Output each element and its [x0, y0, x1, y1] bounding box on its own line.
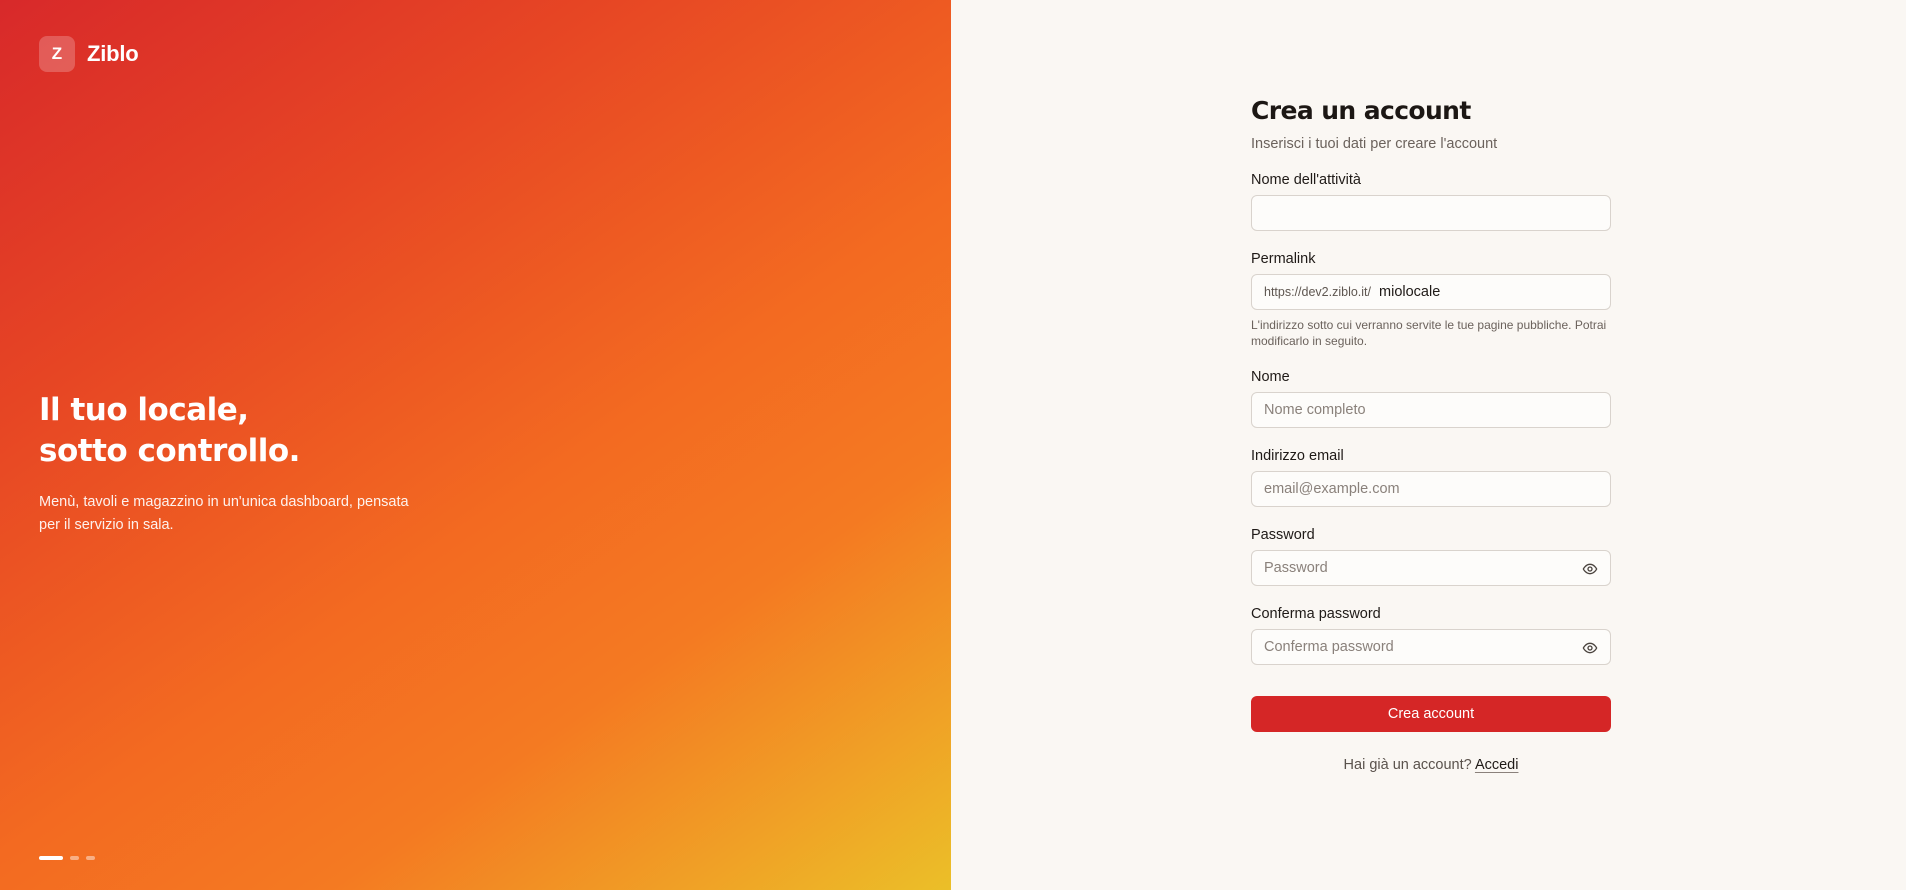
name-label: Nome [1251, 369, 1290, 385]
confirm-password-label: Conferma password [1251, 606, 1381, 622]
carousel-indicators [39, 856, 95, 860]
password-label: Password [1251, 527, 1315, 543]
name-input[interactable] [1252, 393, 1610, 427]
form-title: Crea un account [1251, 96, 1471, 125]
create-account-button[interactable]: Crea account [1251, 696, 1611, 732]
brand-logo: Z Ziblo [39, 36, 139, 72]
hero-title: Il tuo locale, sotto controllo. [39, 390, 300, 472]
signin-prompt-text: Hai già un account? [1343, 757, 1472, 773]
name-field: Nome [1251, 369, 1611, 428]
business-name-label: Nome dell'attività [1251, 172, 1361, 188]
eye-icon[interactable] [1582, 640, 1598, 656]
hero-title-line2: sotto controllo. [39, 433, 300, 469]
email-input-wrapper [1251, 471, 1611, 507]
form-subtitle: Inserisci i tuoi dati per creare l'accou… [1251, 136, 1498, 152]
permalink-field: Permalink https://dev2.ziblo.it/ L'indir… [1251, 251, 1611, 349]
signin-prompt: Hai già un account? Accedi [1251, 757, 1611, 773]
form-panel: Crea un account Inserisci i tuoi dati pe… [951, 0, 1906, 890]
confirm-password-field: Conferma password [1251, 606, 1611, 665]
carousel-dot-2[interactable] [70, 856, 79, 860]
eye-icon[interactable] [1582, 561, 1598, 577]
business-name-input[interactable] [1252, 196, 1610, 230]
email-field: Indirizzo email [1251, 448, 1611, 507]
name-input-wrapper [1251, 392, 1611, 428]
carousel-dot-1[interactable] [39, 856, 63, 860]
business-name-input-wrapper [1251, 195, 1611, 231]
email-input[interactable] [1252, 472, 1610, 506]
permalink-prefix: https://dev2.ziblo.it/ [1264, 285, 1372, 299]
password-input[interactable] [1252, 551, 1610, 585]
business-name-field: Nome dell'attività [1251, 172, 1611, 231]
password-field: Password [1251, 527, 1611, 586]
signup-page: Z Ziblo Il tuo locale, sotto controllo. … [0, 0, 1906, 890]
confirm-password-input-wrapper [1251, 629, 1611, 665]
email-label: Indirizzo email [1251, 448, 1344, 464]
permalink-hint: L'indirizzo sotto cui verranno servite l… [1251, 318, 1607, 348]
permalink-input[interactable] [1371, 275, 1610, 309]
hero-subtitle: Menù, tavoli e magazzino in un'unica das… [39, 494, 409, 533]
brand-name: Ziblo [87, 41, 139, 66]
brand-mark-icon: Z [39, 36, 75, 72]
signup-form: Crea un account Inserisci i tuoi dati pe… [1251, 96, 1611, 773]
permalink-label: Permalink [1251, 251, 1316, 267]
signin-link[interactable]: Accedi [1475, 757, 1519, 773]
carousel-dot-3[interactable] [86, 856, 95, 860]
password-input-wrapper [1251, 550, 1611, 586]
hero-panel: Z Ziblo Il tuo locale, sotto controllo. … [0, 0, 951, 890]
hero-title-line1: Il tuo locale, [39, 392, 249, 428]
permalink-input-wrapper: https://dev2.ziblo.it/ [1251, 274, 1611, 310]
confirm-password-input[interactable] [1252, 630, 1610, 664]
